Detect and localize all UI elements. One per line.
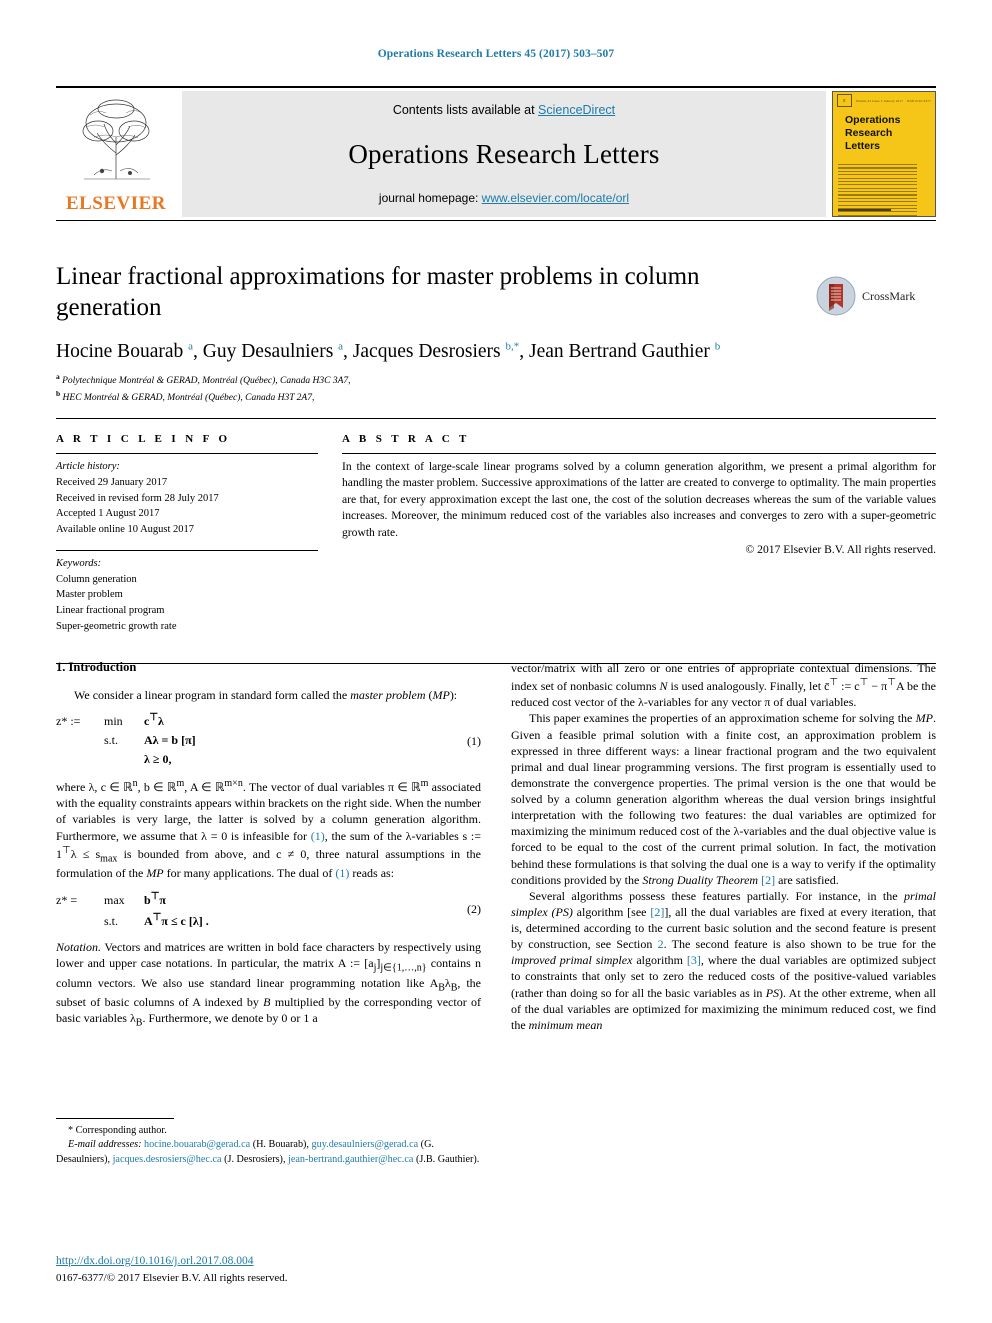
cover-contents-lines [838,164,917,216]
cover-title-line-3: Letters [845,140,881,153]
equation-1: z* := min c⊤λ s.t. Aλ = b [π] λ ≥ 0, (1) [56,710,481,768]
doi-link[interactable]: http://dx.doi.org/10.1016/j.orl.2017.08.… [56,1255,254,1267]
eq1-lhs: z* := [56,714,81,729]
journal-homepage-line: journal homepage: www.elsevier.com/locat… [182,191,826,205]
right-column: vector/matrix with all zero or one entri… [511,660,936,1033]
abstract-text: In the context of large-scale linear pro… [342,460,936,539]
cover-title: Operations Research Letters [845,114,900,153]
journal-title: Operations Research Letters [348,138,660,169]
affiliation-b: b HEC Montréal & GERAD, Montréal (Québec… [56,389,936,406]
eq2-op-max: max [104,892,125,907]
eq1-constraint: Aλ = b [π] [144,733,196,748]
keyword-item: Super-geometric growth rate [56,620,177,632]
body-columns: 1. Introduction We consider a linear pro… [56,660,936,1033]
eq1-op-min: min [104,714,123,729]
keywords-label: Keywords: [56,557,102,569]
article-history-label: Article history: [56,461,120,472]
elsevier-tree-icon [82,99,150,180]
affiliation-a-text: Polytechnique Montréal & GERAD, Montréal… [62,376,351,387]
info-abstract-block: A R T I C L E I N F O Article history: R… [56,418,936,664]
abstract-heading: A B S T R A C T [342,433,470,445]
cover-topbar: E Volume 45 Issue 5 January 2017 ISSN 01… [837,94,931,107]
history-item: Received 29 January 2017 [56,476,168,488]
contents-prefix: Contents lists available at [392,103,539,117]
paragraph: This paper examines the properties of an… [511,711,936,887]
equation-number-1: (1) [467,734,481,749]
footnote-rule [56,1118,174,1119]
email-addresses-note: E-mail addresses: hocine.bouarab@gerad.c… [56,1138,481,1167]
crossmark-icon [816,276,856,316]
affiliation-b-mark: b [56,389,61,399]
cover-title-line-1: Operations [845,114,901,126]
corresponding-author-note: * Corresponding author. [68,1125,167,1136]
article-info-heading: A R T I C L E I N F O [56,433,231,445]
crossmark-badge[interactable]: CrossMark [816,274,936,318]
affiliations: a Polytechnique Montréal & GERAD, Montré… [56,372,936,406]
homepage-prefix: journal homepage: [378,191,482,205]
sciencedirect-link[interactable]: ScienceDirect [538,103,615,117]
affiliation-b-text: HEC Montréal & GERAD, Montréal (Québec),… [62,393,315,404]
footnote-block: * Corresponding author. E-mail addresses… [56,1118,481,1167]
eq1-st: s.t. [104,733,119,748]
crossmark-label: CrossMark [862,288,916,303]
paragraph: Several algorithms possess these feature… [511,888,936,1032]
eq2-lhs: z* = [56,892,78,907]
journal-masthead: ELSEVIER Contents lists available at Sci… [56,86,936,221]
paragraph: We consider a linear program in standard… [74,688,458,702]
cover-title-line-2: Research [845,127,893,140]
article-history-group: Article history: Received 29 January 201… [56,459,318,538]
paragraph: Notation. Vectors and matrices are writt… [56,939,481,1029]
equation-2: z* = max b⊤π s.t. A⊤π ≤ c [λ] . (2) [56,889,481,930]
affiliation-a: a Polytechnique Montréal & GERAD, Montré… [56,372,936,389]
abstract-copyright: © 2017 Elsevier B.V. All rights reserved… [745,543,936,557]
elsevier-wordmark: ELSEVIER [65,193,167,214]
keyword-item: Linear fractional program [56,605,165,616]
abstract-rule [342,453,936,454]
paragraph: where λ, c ∈ ℝn, b ∈ ℝm, A ∈ ℝm×n. The v… [56,778,481,881]
issn-copyright-line: 0167-6377/© 2017 Elsevier B.V. All right… [56,1272,288,1284]
affiliation-a-mark: a [56,372,60,382]
keyword-item: Column generation [56,573,137,585]
paragraph: vector/matrix with all zero or one entri… [511,661,937,710]
history-item: Received in revised form 28 July 2017 [56,492,219,504]
history-item: Available online 10 August 2017 [56,524,195,535]
info-rule-mid [56,549,318,551]
keywords-group: Keywords: Column generation Master probl… [56,556,318,635]
eq2-constraint: A⊤π ≤ c [λ] . [144,911,209,928]
article-info-column: A R T I C L E I N F O Article history: R… [56,433,318,647]
info-rule-top [56,453,318,454]
elsevier-logo: ELSEVIER [56,91,176,217]
cover-issn-text: ISSN 0167-6377 [906,98,931,103]
left-column: 1. Introduction We consider a linear pro… [56,660,481,1033]
eq2-st: s.t. [104,913,119,928]
abstract-column: A B S T R A C T In the context of large-… [318,433,936,647]
cover-footer-rule [838,209,892,211]
history-item: Accepted 1 August 2017 [56,508,160,520]
author-list: Hocine Bouarab a, Guy Desaulniers a, Jac… [56,340,721,363]
email-addresses-label: E-mail addresses: [68,1139,142,1151]
journal-homepage-link[interactable]: www.elsevier.com/locate/orl [482,191,629,205]
title-block: Linear fractional approximations for mas… [56,262,936,406]
page-title: Linear fractional approximations for mas… [56,263,700,321]
eq2-objective: b⊤π [144,890,166,907]
eq1-objective: c⊤λ [144,712,164,729]
cover-volume-text: Volume 45 Issue 5 January 2017 [855,98,904,103]
journal-cover-thumbnail: E Volume 45 Issue 5 January 2017 ISSN 01… [832,91,936,217]
doi-line[interactable]: http://dx.doi.org/10.1016/j.orl.2017.08.… [56,1253,481,1270]
keyword-item: Master problem [56,589,123,601]
equation-number-2: (2) [467,902,481,917]
running-head: Operations Research Letters 45 (2017) 50… [377,48,615,60]
cover-elsevier-mark-icon: E [837,94,852,107]
eq1-bound: λ ≥ 0, [144,752,172,767]
paper-page: Operations Research Letters 45 (2017) 50… [0,0,992,1323]
contents-available-line: Contents lists available at ScienceDirec… [182,103,826,117]
journal-band: Contents lists available at ScienceDirec… [182,91,826,217]
section-heading-introduction: 1. Introduction [56,660,137,674]
